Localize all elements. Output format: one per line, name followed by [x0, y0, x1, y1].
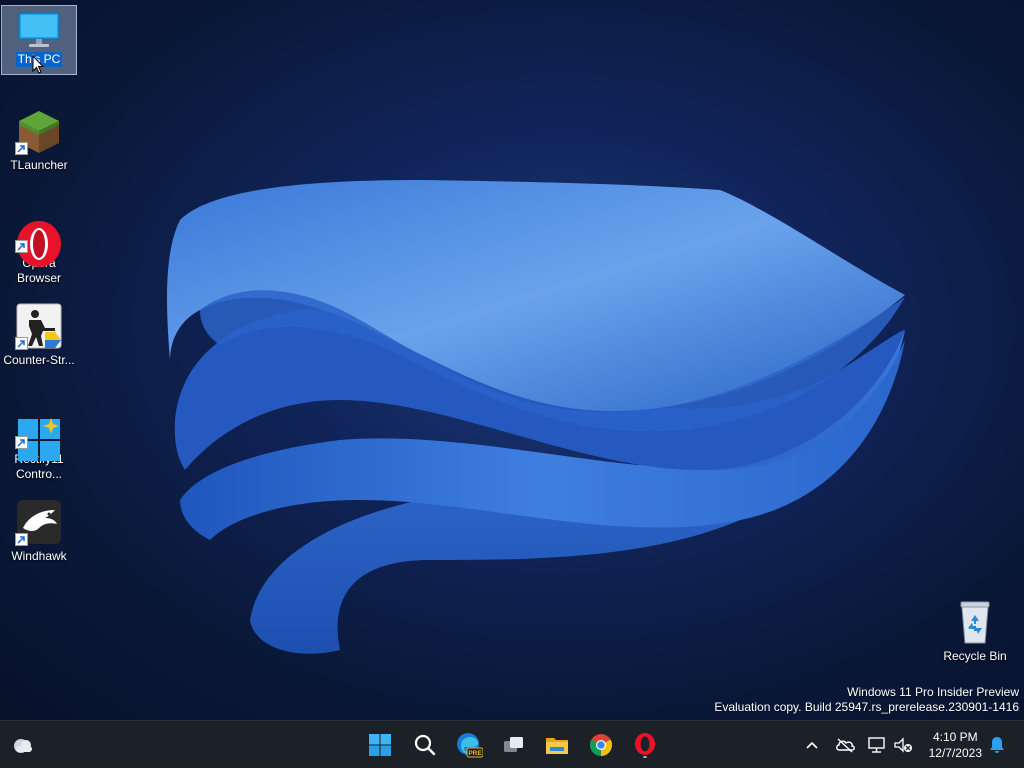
edge-badge-text: PRE: [468, 750, 482, 757]
desktop-icon-recycle-bin[interactable]: Recycle Bin: [937, 594, 1013, 664]
grass-block-icon: [15, 107, 63, 155]
desktop-icon-label: TLauncher: [10, 158, 68, 172]
notifications-button[interactable]: [985, 721, 1009, 769]
shortcut-arrow-icon: [15, 142, 28, 155]
folder-icon: [546, 738, 568, 754]
file-explorer-button[interactable]: [537, 727, 577, 763]
shortcut-arrow-icon: [15, 436, 28, 449]
desktop-icon-rectify11-control[interactable]: Rectify11 Contro...: [1, 397, 77, 482]
system-clock[interactable]: 4:10 PM 12/7/2023: [929, 729, 982, 761]
counter-strike-icon: [15, 302, 63, 350]
chrome-icon: [590, 734, 612, 756]
watermark-build: Evaluation copy. Build 25947.rs_prerelea…: [714, 700, 1019, 714]
weather-cloud-icon: [14, 739, 32, 753]
network-icon: [868, 737, 885, 753]
shortcut-arrow-icon: [15, 533, 28, 546]
chrome-button[interactable]: [581, 727, 621, 763]
desktop-icon-label: Recycle Bin: [943, 649, 1007, 663]
task-view-icon: [504, 737, 523, 752]
volume-muted-icon: [894, 737, 912, 753]
show-hidden-icons-button[interactable]: [800, 721, 824, 769]
windows-logo-icon: [369, 734, 391, 756]
desktop-icon-opera-browser[interactable]: Opera Browser: [1, 201, 77, 286]
cloud-offline-icon: [836, 738, 855, 753]
wallpaper-bloom: [167, 180, 905, 654]
opera-button[interactable]: [625, 727, 665, 763]
edge-pre-icon: PRE: [457, 733, 483, 758]
opera-icon: [15, 205, 63, 267]
taskbar: PRE 4:10 PM 12/7/2023: [0, 720, 1024, 768]
desktop-icon-counter-strike[interactable]: Counter-Str...: [1, 298, 77, 368]
desktop-icon-windhawk[interactable]: Windhawk: [1, 494, 77, 564]
search-button[interactable]: [405, 727, 445, 763]
recycle-bin-icon: [951, 598, 999, 646]
clock-date: 12/7/2023: [928, 746, 982, 760]
search-icon: [414, 734, 436, 756]
volume-tray-button[interactable]: [890, 721, 916, 769]
monitor-icon: [17, 10, 61, 50]
mouse-cursor-icon: [32, 55, 44, 74]
desktop-icon-tlauncher[interactable]: TLauncher: [1, 103, 77, 173]
windhawk-eagle-icon: [15, 498, 63, 546]
start-button[interactable]: [360, 727, 400, 763]
evaluation-watermark: Windows 11 Pro Insider Preview Evaluatio…: [714, 685, 1019, 715]
chevron-up-icon: [806, 741, 818, 749]
clock-time: 4:10 PM: [932, 730, 978, 744]
desktop[interactable]: This PC TLauncher Opera Browser: [0, 0, 1024, 720]
widgets-button[interactable]: [3, 727, 43, 763]
opera-icon: [635, 733, 655, 758]
edge-button[interactable]: PRE: [449, 727, 489, 763]
desktop-icon-label: Windhawk: [11, 549, 67, 563]
task-view-button[interactable]: [493, 727, 533, 763]
onedrive-tray-button[interactable]: [832, 721, 858, 769]
rectify11-icon: [15, 401, 63, 461]
desktop-icon-label: Counter-Str...: [3, 353, 75, 367]
bell-icon: [990, 737, 1004, 753]
watermark-edition: Windows 11 Pro Insider Preview: [847, 685, 1019, 699]
shortcut-arrow-icon: [15, 337, 28, 350]
shortcut-arrow-icon: [15, 240, 28, 253]
network-tray-button[interactable]: [864, 721, 890, 769]
